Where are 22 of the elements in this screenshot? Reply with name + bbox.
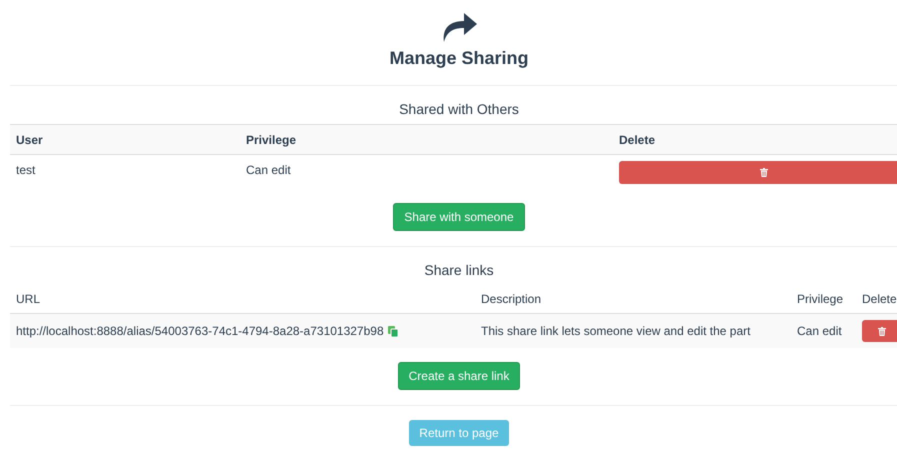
share-button[interactable]: Share with someone: [393, 203, 525, 231]
trash-icon: [760, 168, 768, 177]
section-heading: Shared with Others: [398, 101, 520, 117]
column-header: Description: [481, 292, 542, 306]
column-header: User: [16, 132, 44, 146]
table-cell-text: test: [16, 163, 36, 177]
create-link-button[interactable]: Create a share link: [398, 362, 520, 390]
copy-icon[interactable]: [388, 326, 398, 336]
table-cell-text: This share link lets someone view and edit the part: [481, 324, 752, 338]
table-cell: http://localhost:8888/alias/54003763-74c1-4794-8a28-a73101327b98: [16, 324, 384, 338]
return-button[interactable]: Return to page: [409, 420, 509, 446]
column-header: Delete: [619, 132, 656, 146]
page-title: Manage Sharing: [389, 48, 529, 69]
delete-button[interactable]: [862, 320, 897, 342]
column-header: URL: [16, 292, 42, 306]
table-cell-text: Can edit: [797, 324, 843, 338]
trash-icon: [878, 326, 886, 336]
column-header: Delete: [862, 292, 897, 306]
section-heading: Share links: [423, 262, 495, 278]
column-header: Privilege: [246, 132, 298, 146]
table-cell-text: Can edit: [246, 163, 292, 177]
column-header: Privilege: [797, 292, 844, 306]
